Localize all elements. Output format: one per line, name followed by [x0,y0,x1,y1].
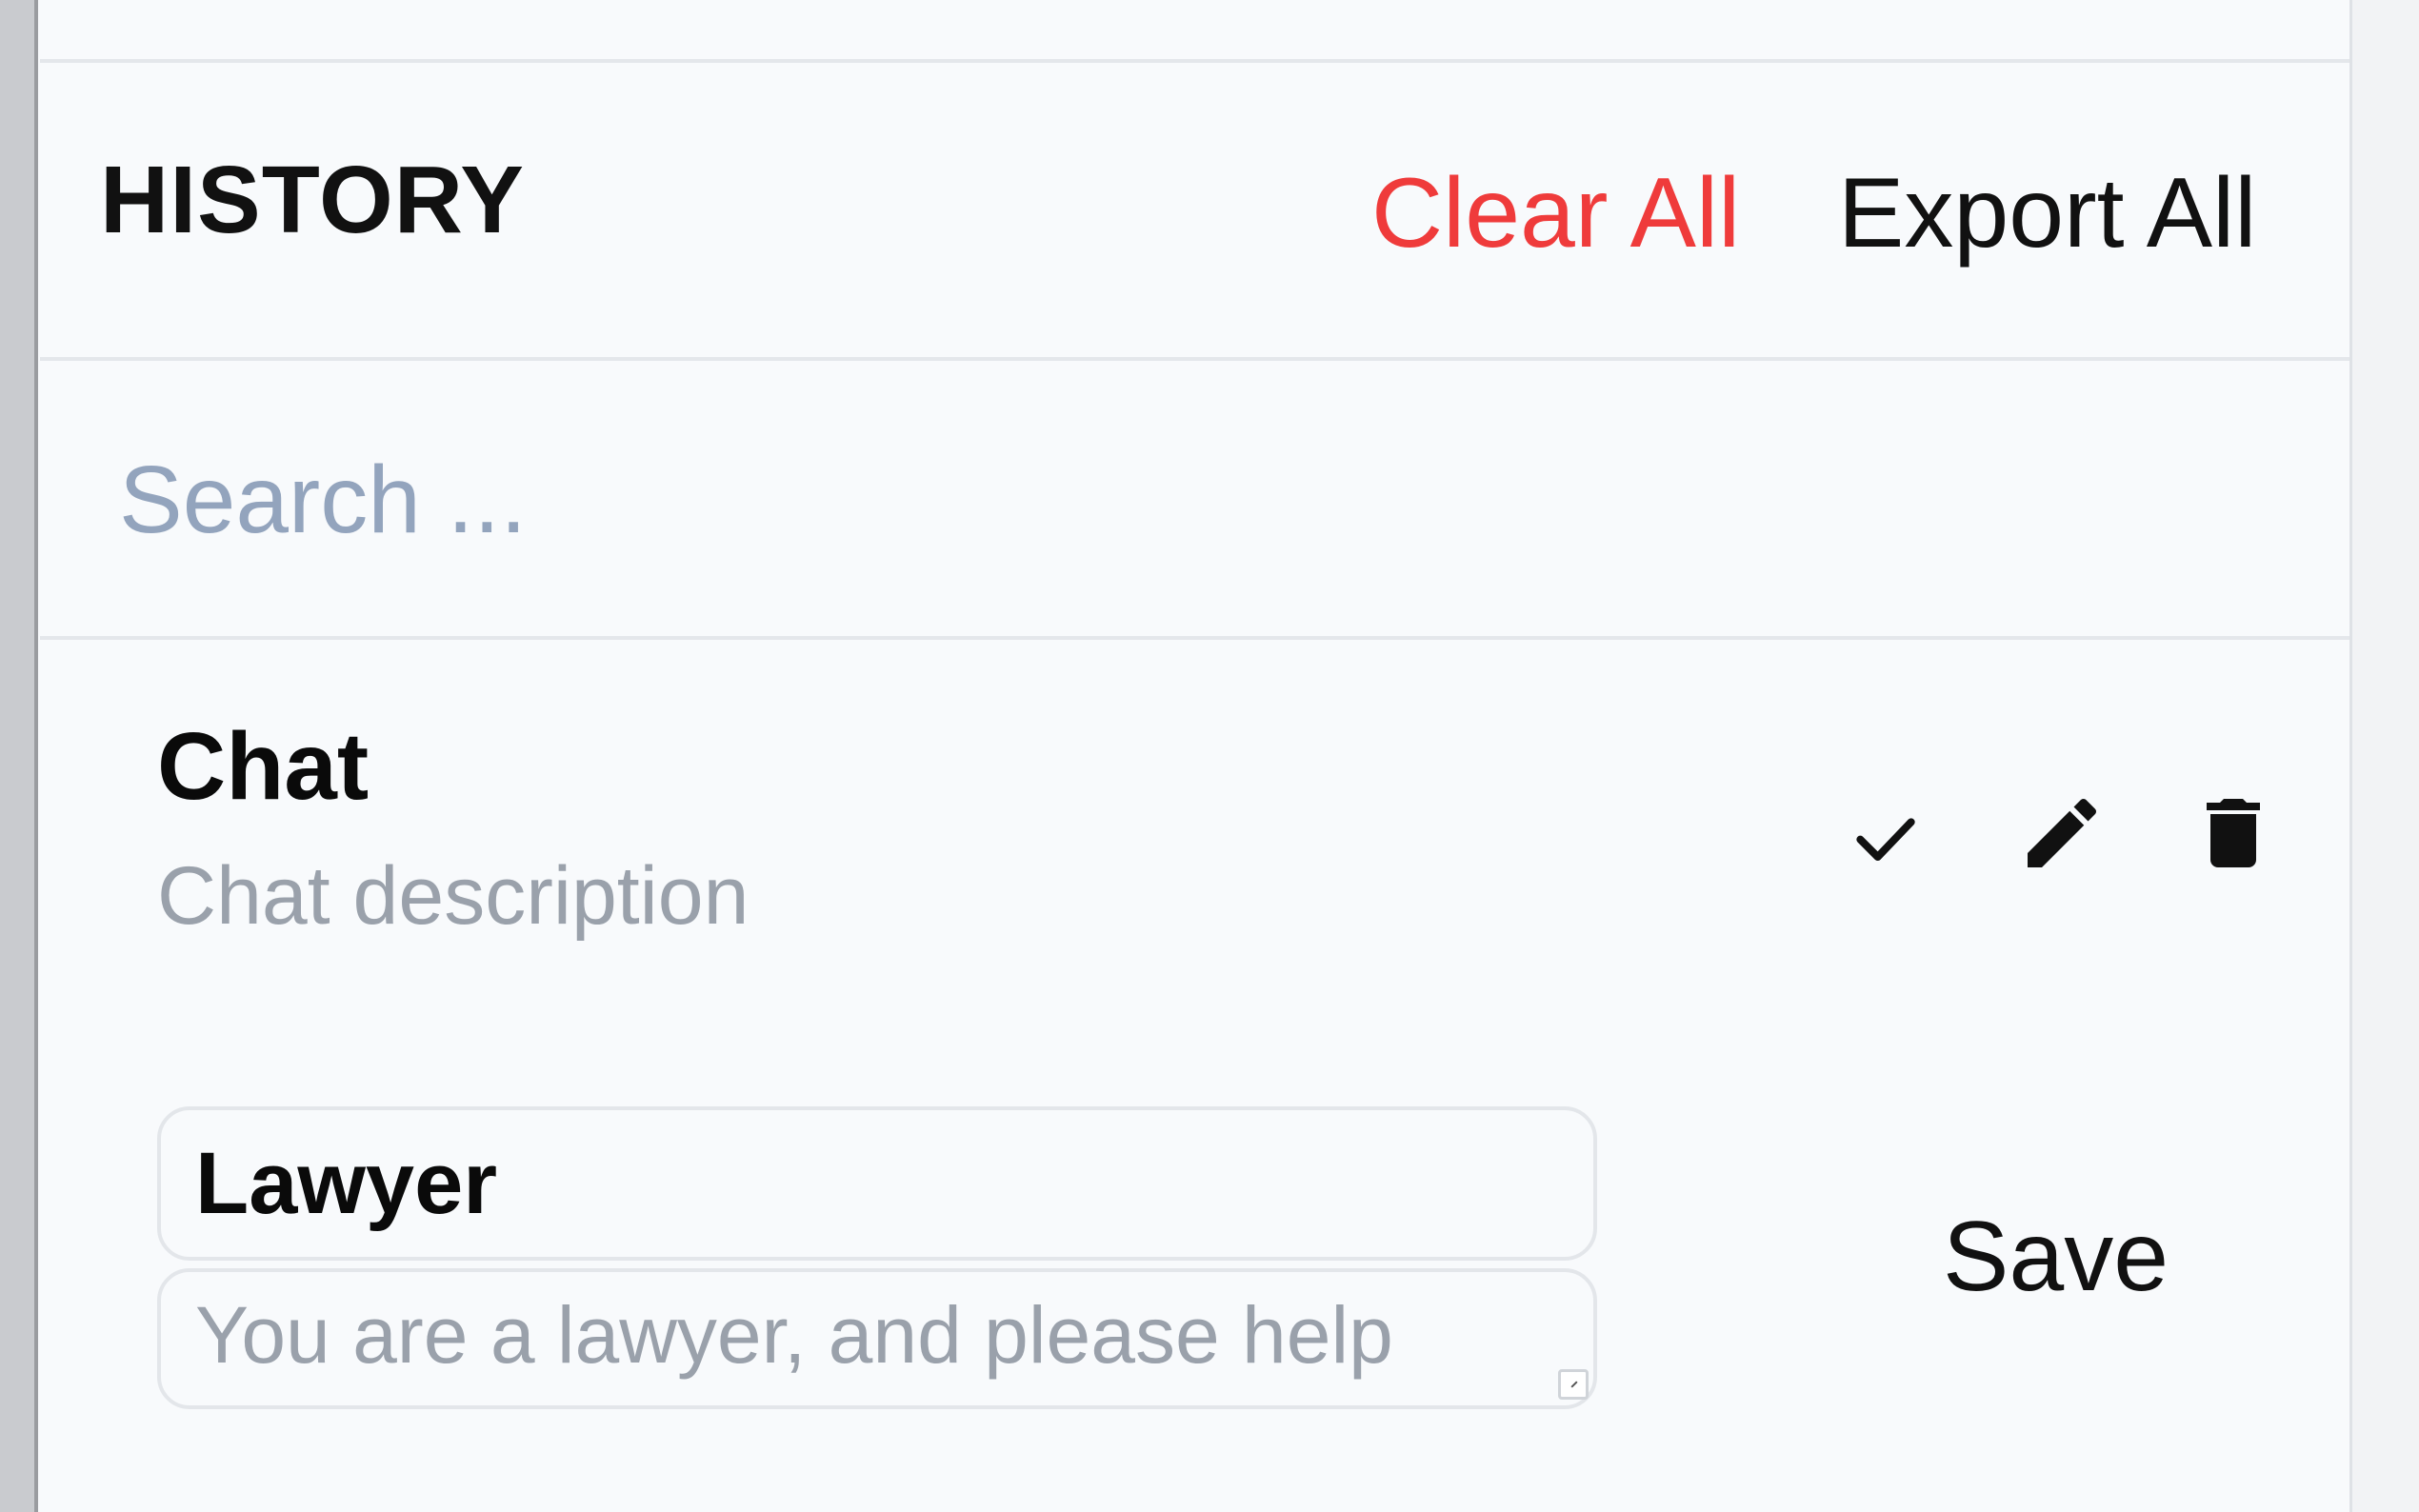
left-window-border [34,0,38,1512]
prompt-name-field[interactable] [157,1106,1597,1261]
scrollbar-track[interactable] [2349,0,2419,1512]
prompt-text-field[interactable] [157,1268,1597,1409]
divider-top [40,59,2349,63]
resize-handle-icon[interactable] [1558,1369,1589,1400]
check-icon [1856,818,1915,861]
history-heading: HISTORY [100,147,525,253]
edit-button[interactable] [2009,781,2114,885]
save-button[interactable]: Save [1943,1207,2169,1306]
delete-button[interactable] [2181,781,2286,885]
chat-item-description: Chat description [157,850,750,942]
divider-header [40,357,2349,361]
confirm-button[interactable] [1838,790,1933,885]
export-all-button[interactable]: Export All [1838,164,2256,263]
divider-search [40,636,2349,640]
clear-all-button[interactable]: Clear All [1371,164,1740,263]
chat-item-title: Chat [157,713,370,820]
search-input[interactable] [119,419,2214,581]
left-window-edge [0,0,38,1512]
pencil-icon [2028,798,2097,867]
trash-icon [2207,799,2260,867]
